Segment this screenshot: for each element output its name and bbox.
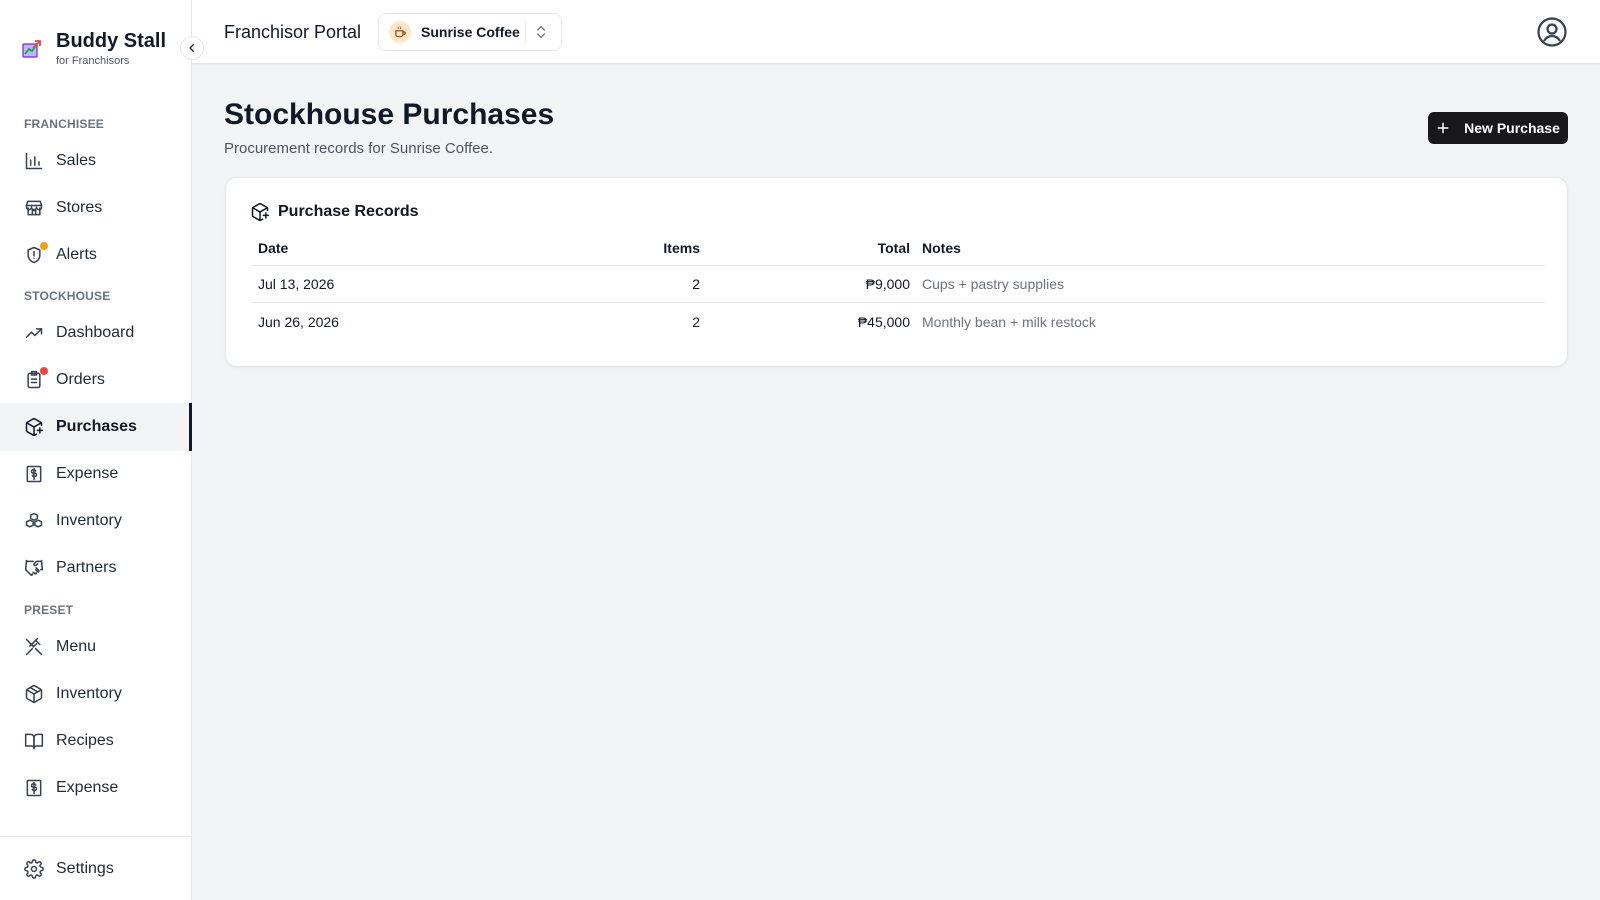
receipt-dollar-icon: [24, 778, 44, 798]
sidebar-item-label: Partners: [56, 559, 117, 576]
sidebar-item-recipes[interactable]: Recipes: [0, 717, 192, 765]
divider: [525, 22, 526, 42]
column-header-total[interactable]: Total: [750, 230, 910, 265]
sidebar-item-inventory[interactable]: Inventory: [0, 497, 192, 545]
book-open-icon: [24, 731, 44, 751]
brand[interactable]: Buddy Stall for Franchisors: [20, 28, 166, 68]
sidebar-item-label: Settings: [56, 860, 114, 877]
sidebar-item-dashboard[interactable]: Dashboard: [0, 309, 192, 357]
sidebar-item-preset-inventory[interactable]: Inventory: [0, 670, 192, 718]
package-plus-icon: [251, 202, 270, 222]
user-account-icon[interactable]: [1536, 16, 1568, 48]
row-notes: Monthly bean + milk restock: [922, 313, 1096, 330]
chevron-left-icon: [189, 43, 195, 53]
purchase-table: Date Items Total Notes Jul 13, 2026 2 ₱9…: [250, 230, 1545, 340]
sidebar-item-purchases[interactable]: Purchases: [0, 403, 192, 451]
sidebar-item-label: Inventory: [56, 685, 122, 702]
clipboard-list-icon: [24, 367, 48, 390]
column-header-date[interactable]: Date: [258, 230, 288, 265]
boxes-icon: [24, 511, 44, 531]
column-header-notes[interactable]: Notes: [922, 230, 961, 265]
sidebar-item-label: Orders: [56, 371, 105, 388]
brand-selector-label: Sunrise Coffee: [421, 24, 520, 40]
sidebar-item-preset-expense[interactable]: Expense: [0, 764, 192, 812]
table-header-row: Date Items Total Notes: [250, 230, 1545, 266]
sidebar-item-label: Expense: [56, 779, 119, 796]
new-purchase-label: New Purchase: [1464, 120, 1560, 136]
sidebar-item-sales[interactable]: Sales: [0, 137, 192, 185]
card-title: Purchase Records: [278, 203, 419, 220]
sidebar-item-label: Sales: [56, 152, 97, 169]
row-total: ₱9,000: [865, 276, 910, 292]
row-notes: Cups + pastry supplies: [922, 276, 1065, 292]
sidebar-item-label: Alerts: [56, 246, 97, 263]
sidebar-item-label: Dashboard: [56, 324, 135, 341]
brand-name: Buddy Stall: [56, 30, 167, 52]
trending-up-icon: [24, 323, 44, 343]
sidebar-item-partners[interactable]: Partners: [0, 544, 192, 592]
page-subtitle: Procurement records for Sunrise Coffee.: [224, 140, 494, 157]
sidebar-item-label: Expense: [56, 465, 119, 482]
page-title: Stockhouse Purchases: [224, 98, 555, 131]
portal-title: Franchisor Portal: [224, 22, 362, 42]
sidebar-item-label: Inventory: [56, 512, 122, 529]
section-label-preset: PRESET: [24, 603, 74, 617]
sidebar-divider: [0, 836, 192, 837]
collapse-sidebar-button[interactable]: [180, 36, 204, 60]
row-total: ₱45,000: [857, 313, 910, 330]
alert-shield-icon: [24, 242, 48, 265]
orders-badge: [40, 367, 48, 375]
package-plus-icon: [24, 417, 44, 437]
purchase-records-card: Purchase Records Date Items Total Notes …: [225, 177, 1568, 367]
row-date: Jul 13, 2026: [258, 276, 335, 292]
sidebar-item-settings[interactable]: Settings: [0, 845, 192, 893]
section-label-stockhouse: STOCKHOUSE: [24, 289, 111, 303]
brand-avatar-icon: [389, 21, 411, 43]
package-icon: [24, 684, 44, 704]
column-header-items[interactable]: Items: [550, 230, 700, 265]
store-icon: [24, 198, 44, 218]
receipt-dollar-icon: [24, 464, 44, 484]
brand-logo-icon: [22, 40, 41, 58]
alert-badge: [40, 242, 48, 250]
chevrons-up-down-icon: [537, 26, 545, 38]
sidebar-item-orders[interactable]: Orders: [0, 356, 192, 404]
new-purchase-button[interactable]: New Purchase: [1428, 112, 1568, 144]
row-date: Jun 26, 2026: [258, 313, 339, 330]
topbar: Franchisor Portal Sunrise Coffee: [192, 0, 1600, 64]
sidebar-item-stores[interactable]: Stores: [0, 184, 192, 232]
sidebar-item-label: Recipes: [56, 732, 114, 749]
plus-icon: [1436, 121, 1450, 135]
sidebar-item-expense[interactable]: Expense: [0, 450, 192, 498]
sidebar: Buddy Stall for Franchisors FRANCHISEE S…: [0, 0, 192, 900]
row-items: 2: [692, 313, 700, 330]
row-items: 2: [692, 276, 700, 292]
utensils-crossed-icon: [24, 637, 44, 657]
sidebar-item-label: Stores: [56, 199, 103, 216]
sidebar-item-alerts[interactable]: Alerts: [0, 231, 192, 279]
sidebar-item-menu[interactable]: Menu: [0, 623, 192, 671]
table-row[interactable]: Jul 13, 2026 2 ₱9,000 Cups + pastry supp…: [250, 266, 1545, 303]
bar-chart-icon: [24, 151, 44, 171]
brand-selector[interactable]: Sunrise Coffee: [378, 13, 562, 51]
sidebar-item-label: Menu: [56, 638, 97, 655]
handshake-icon: [24, 558, 44, 578]
table-row[interactable]: Jun 26, 2026 2 ₱45,000 Monthly bean + mi…: [250, 303, 1545, 340]
sidebar-item-label: Purchases: [56, 418, 137, 435]
section-label-franchisee: FRANCHISEE: [24, 117, 105, 131]
card-header: Purchase Records: [250, 202, 419, 222]
brand-subtitle: for Franchisors: [56, 55, 130, 67]
gear-icon: [24, 859, 44, 879]
